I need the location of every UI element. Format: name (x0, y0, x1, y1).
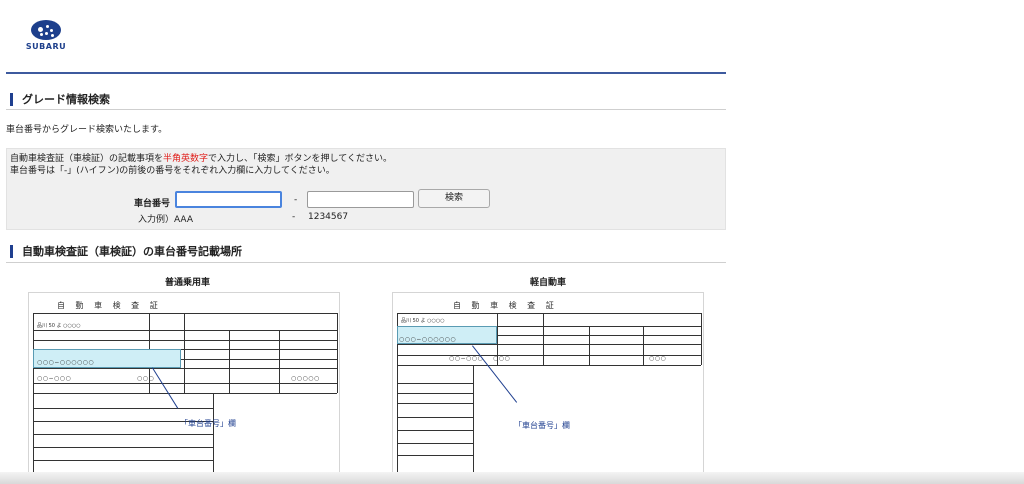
chassis-number-label: 車台番号 (134, 199, 171, 209)
example-number: 1234567 (308, 212, 349, 222)
figure-caption-passenger: 普通乗用車 (165, 278, 211, 288)
example-prefix: 入力例）AAA (138, 215, 193, 225)
section-divider-2 (6, 262, 726, 263)
brand-name: SUBARU (25, 42, 67, 51)
search-panel: 自動車検査証（車検証）の記載事項を半角英数字で入力し、「検索」ボタンを押してくだ… (6, 148, 726, 230)
section-title-chassis-location: 自動車検査証（車検証）の車台番号記載場所 (10, 245, 242, 258)
example-separator: - (292, 212, 296, 222)
cert-title: 自 動 車 検 査 証 (57, 301, 162, 310)
callout-chassis-passenger: 「車台番号」欄 (180, 419, 236, 428)
chassis-number-field-1[interactable] (175, 191, 282, 208)
vehicle-cert-image-kei: 自 動 車 検 査 証 品川 50 よ ○○○○ ○○○−○○○○○○ ○○−○… (392, 292, 704, 478)
vehicle-cert-image-passenger: 自 動 車 検 査 証 品川 50 よ ○○○○ ○○○−○○○○○○ ○○−○… (28, 292, 340, 478)
subaru-logo[interactable]: SUBARU (22, 20, 70, 51)
instruction-line-2: 車台番号は「-」(ハイフン)の前後の番号をそれぞれ入力欄に入力してください。 (10, 166, 335, 176)
header-divider (6, 72, 726, 74)
section-title-grade-search: グレード情報検索 (10, 93, 110, 106)
chassis-number-sample: ○○○−○○○○○○ (37, 359, 95, 366)
figure-caption-kei: 軽自動車 (530, 278, 567, 288)
lead-text: 車台番号からグレード検索いたします。 (6, 125, 168, 135)
half-width-note: 半角英数字 (163, 154, 209, 164)
instruction-line-1: 自動車検査証（車検証）の記載事項を半角英数字で入力し、「検索」ボタンを押してくだ… (10, 154, 392, 164)
plate-number: 品川 50 よ ○○○○ (37, 323, 81, 329)
search-button[interactable]: 検索 (418, 189, 490, 208)
plate-number: 品川 50 よ ○○○○ (401, 318, 445, 324)
chassis-number-field-2[interactable] (307, 191, 414, 208)
window-bottom-edge (0, 472, 1024, 484)
callout-chassis-kei: 「車台番号」欄 (514, 421, 570, 430)
section-divider (6, 109, 726, 110)
subaru-star-icon (31, 20, 61, 40)
chassis-separator: - (294, 195, 298, 205)
cert-title: 自 動 車 検 査 証 (453, 301, 558, 310)
chassis-number-sample: ○○○−○○○○○○ (399, 336, 457, 343)
